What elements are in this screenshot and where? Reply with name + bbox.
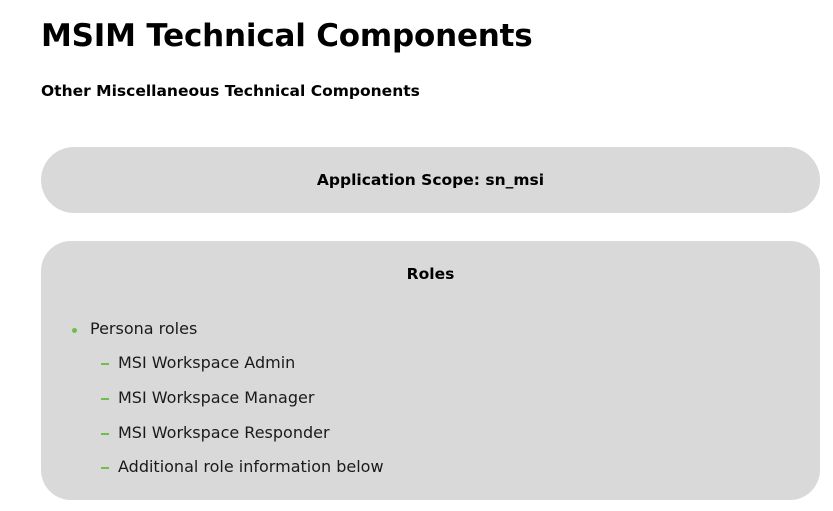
list-item-role: Additional role information below: [101, 456, 384, 478]
list-item-persona-roles: Persona roles: [72, 318, 197, 340]
bullet-dot-icon: [72, 327, 77, 333]
list-item-label: MSI Workspace Admin: [118, 353, 296, 372]
page-title: MSIM Technical Components: [41, 18, 533, 54]
role-list: Persona roles MSI Workspace Admin MSI Wo…: [41, 241, 820, 500]
list-item-label: Persona roles: [90, 319, 198, 338]
list-item-label: Additional role information below: [118, 457, 384, 476]
application-scope-panel: Application Scope: sn_msi: [41, 147, 820, 213]
list-item-label: MSI Workspace Responder: [118, 423, 330, 442]
page-subtitle: Other Miscellaneous Technical Components: [41, 82, 420, 100]
list-item-role: MSI Workspace Manager: [101, 387, 314, 409]
list-item-role: MSI Workspace Admin: [101, 352, 295, 374]
application-scope-text: Application Scope: sn_msi: [316, 171, 545, 189]
bullet-dash-icon: [101, 363, 109, 365]
list-item-label: MSI Workspace Manager: [118, 388, 315, 407]
bullet-dash-icon: [101, 467, 109, 469]
bullet-dash-icon: [101, 398, 109, 400]
list-item-role: MSI Workspace Responder: [101, 422, 330, 444]
roles-panel: Roles Persona roles MSI Workspace Admin …: [41, 241, 820, 500]
bullet-dash-icon: [101, 433, 109, 435]
